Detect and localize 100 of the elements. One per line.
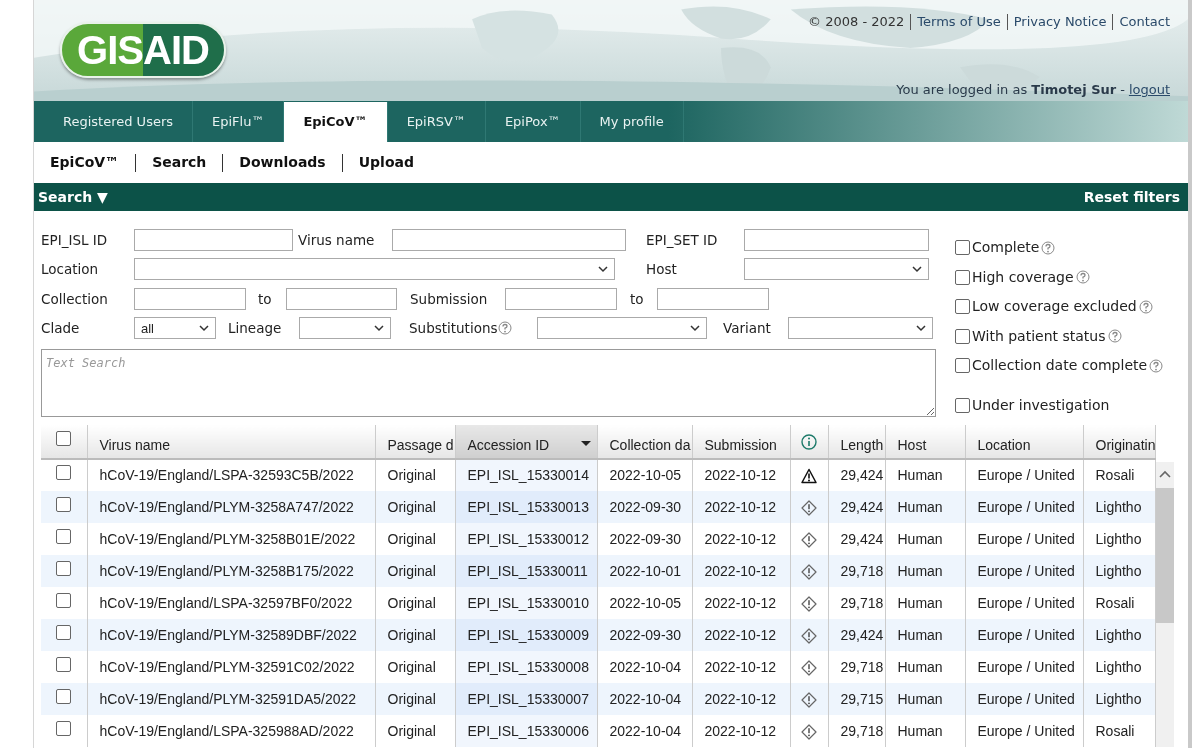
checkbox[interactable] — [56, 496, 72, 512]
field-label: Host — [646, 260, 677, 280]
column-header[interactable]: Accession ID — [455, 425, 597, 459]
checkbox[interactable] — [56, 528, 72, 544]
table-cell: Original — [375, 715, 455, 747]
subnav-link[interactable]: Search — [152, 152, 207, 173]
nav-tab[interactable]: My profile — [580, 101, 684, 142]
option-label: Under investigation — [972, 395, 1110, 415]
logo[interactable]: GISAID — [60, 22, 226, 78]
table-cell: Human — [885, 715, 965, 747]
notice-icon — [801, 627, 817, 644]
column-header[interactable]: Originatin — [1083, 425, 1156, 459]
notice-icon — [801, 499, 817, 516]
checkbox[interactable] — [56, 624, 72, 640]
table-cell: 2022-10-04 — [597, 683, 692, 715]
checkbox[interactable] — [955, 358, 970, 374]
field-label: Location — [41, 260, 99, 280]
table-cell: 29,424 — [828, 491, 885, 523]
subnav-link[interactable]: EpiCoV™ — [50, 152, 120, 173]
table-cell: Lightho — [1083, 683, 1156, 715]
subnav-link[interactable]: Downloads — [239, 152, 326, 173]
checkbox[interactable] — [56, 688, 72, 704]
column-header[interactable] — [790, 425, 828, 459]
caret-icon — [916, 324, 926, 332]
scroll-up-icon[interactable] — [1159, 470, 1172, 478]
checkbox[interactable] — [56, 592, 72, 608]
column-header[interactable]: Virus name — [87, 425, 375, 459]
column-header[interactable]: Location — [965, 425, 1083, 459]
table-cell: 2022-10-12 — [692, 715, 790, 747]
column-header[interactable]: Host — [885, 425, 965, 459]
nav-tab[interactable]: Registered Users — [44, 101, 194, 142]
table-cell: 29,715 — [828, 683, 885, 715]
checkbox[interactable] — [955, 397, 970, 413]
nav-tab[interactable]: EpiCoV™ — [284, 102, 388, 142]
column-header[interactable]: Passage d — [375, 425, 455, 459]
column-header[interactable]: Submission — [692, 425, 790, 459]
field-label: Lineage — [228, 319, 282, 339]
checkbox[interactable] — [56, 656, 72, 672]
option-label: High coverage — [972, 267, 1074, 287]
notice-icon — [801, 531, 817, 548]
table-cell: 2022-10-12 — [692, 683, 790, 715]
checkbox[interactable] — [56, 560, 72, 576]
table-cell: Original — [375, 555, 455, 587]
table-cell: Human — [885, 555, 965, 587]
input-field[interactable] — [505, 287, 617, 310]
field-label: Substitutions — [409, 319, 498, 339]
table-cell: 2022-10-04 — [597, 715, 692, 747]
footer-link[interactable]: Contact — [1119, 12, 1170, 32]
nav-tab[interactable]: EpiPox™ — [485, 101, 581, 142]
checkbox[interactable] — [955, 328, 970, 344]
field-label: Variant — [723, 319, 771, 339]
table-cell: Europe / United — [965, 683, 1083, 715]
option-label: With patient status — [972, 326, 1106, 346]
input-field[interactable] — [134, 287, 246, 310]
table-cell: EPI_ISL_15330012 — [455, 523, 597, 555]
table-cell: 29,718 — [828, 715, 885, 747]
field-label: Clade — [41, 319, 80, 339]
table-cell: hCoV-19/England/PLYM-3258A747/2022 — [87, 491, 375, 523]
table-cell: 2022-10-01 — [597, 555, 692, 587]
field-label: to — [630, 289, 644, 309]
field-label: Virus name — [298, 230, 375, 250]
table-cell: EPI_ISL_15330014 — [455, 459, 597, 491]
checkbox[interactable] — [56, 465, 72, 480]
notice-icon — [801, 595, 817, 612]
input-field[interactable] — [392, 228, 626, 251]
dropdown[interactable]: all — [134, 317, 216, 340]
input-field[interactable] — [657, 287, 769, 310]
subnav-link[interactable]: Upload — [358, 152, 414, 173]
copyright-text: © 2008 - 2022 — [808, 13, 905, 31]
table-cell: EPI_ISL_15330006 — [455, 715, 597, 747]
column-header[interactable]: Collection da — [597, 425, 692, 459]
login-text: You are logged in as Timotej Sur — [896, 81, 1117, 99]
field-label: to — [258, 289, 272, 309]
logout-link[interactable]: logout — [1128, 80, 1170, 100]
option-label: Collection date complete — [972, 356, 1148, 376]
table-cell: 2022-09-30 — [597, 491, 692, 523]
notice-icon — [801, 723, 817, 740]
field-label: Collection — [41, 289, 108, 309]
scrollbar[interactable] — [1156, 462, 1175, 747]
table-cell: Human — [885, 491, 965, 523]
checkbox[interactable] — [56, 720, 72, 736]
caret-icon — [912, 265, 922, 273]
input-field[interactable] — [286, 287, 397, 310]
column-header[interactable]: Length — [828, 425, 885, 459]
text-search-field[interactable]: Text Search — [41, 349, 936, 417]
checkbox[interactable] — [955, 240, 970, 256]
input-field[interactable] — [744, 228, 929, 251]
table-cell: 2022-10-12 — [692, 491, 790, 523]
notice-icon — [801, 691, 817, 708]
option-label: Low coverage excluded — [972, 297, 1137, 317]
reset-filters-link[interactable]: Reset filters — [1083, 186, 1180, 208]
checkbox[interactable] — [955, 269, 970, 285]
input-field[interactable] — [134, 228, 293, 251]
table-cell: EPI_ISL_15330011 — [455, 555, 597, 587]
checkbox[interactable] — [955, 299, 970, 315]
checkbox[interactable] — [56, 431, 72, 446]
nav-tab[interactable]: EpiRSV™ — [387, 101, 486, 142]
search-toggle[interactable]: Search ▼ — [38, 186, 108, 208]
footer-link[interactable]: Privacy Notice — [1013, 12, 1107, 32]
footer-link[interactable]: Terms of Use — [917, 12, 1001, 32]
